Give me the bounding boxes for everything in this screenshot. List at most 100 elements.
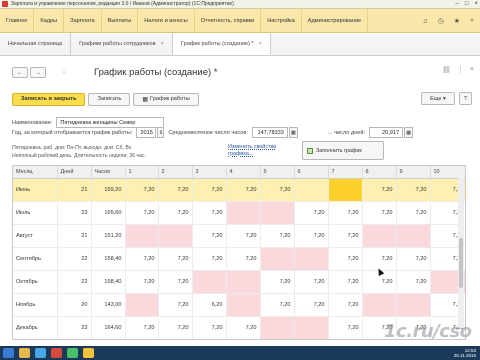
table-cell[interactable]: Декабрь: [13, 316, 58, 339]
table-cell[interactable]: 7,20: [158, 178, 193, 202]
minimize-icon[interactable]: –: [456, 1, 459, 7]
table-cell[interactable]: [396, 293, 431, 317]
tab-home[interactable]: Начальная страница: [0, 33, 72, 55]
favorite-star-icon[interactable]: ☆: [60, 66, 68, 77]
start-icon[interactable]: [3, 348, 14, 358]
table-cell[interactable]: Август: [13, 224, 58, 248]
table-cell[interactable]: 6,20: [192, 293, 227, 317]
table-cell[interactable]: 21: [57, 224, 92, 248]
table-cell[interactable]: 7,20: [226, 247, 261, 271]
table-cell[interactable]: 7,20: [260, 224, 295, 248]
fill-schedule-button[interactable]: Заполнить график: [302, 141, 384, 160]
avg-days-input[interactable]: 20,917: [369, 127, 404, 138]
table-cell[interactable]: 7,20: [294, 270, 329, 294]
menu-item-salary[interactable]: Зарплата: [64, 8, 102, 33]
table-cell[interactable]: 7,20: [328, 270, 363, 294]
save-and-close-button[interactable]: Записать и закрыть: [12, 92, 86, 106]
table-cell[interactable]: 7,20: [396, 201, 431, 225]
table-cell[interactable]: 7,20: [125, 270, 159, 294]
table-cell[interactable]: [260, 247, 295, 271]
table-cell[interactable]: Ноябрь: [13, 293, 58, 317]
scrollbar-thumb[interactable]: [459, 238, 463, 288]
table-cell[interactable]: 158,40: [91, 247, 126, 271]
table-cell[interactable]: [260, 201, 295, 225]
table-row[interactable]: Октябрь 22 158,40 7,20 7,20 7,20 7,20 7,20 7,20 7…: [13, 270, 465, 294]
table-cell[interactable]: 7,20: [260, 178, 295, 202]
menu-item-settings[interactable]: Настройка: [261, 8, 302, 33]
column-header[interactable]: 5: [260, 166, 295, 179]
close-tab-icon[interactable]: ×: [161, 41, 164, 47]
table-cell[interactable]: 20: [57, 293, 92, 317]
table-cell[interactable]: 158,40: [91, 270, 126, 294]
table-cell[interactable]: [226, 201, 261, 225]
table-cell[interactable]: [294, 247, 329, 271]
favorites-icon[interactable]: ★: [454, 17, 460, 25]
explorer-icon[interactable]: [19, 348, 30, 358]
search-icon[interactable]: ⌕: [470, 17, 474, 25]
table-cell[interactable]: 7,20: [396, 270, 431, 294]
table-cell[interactable]: 7,20: [158, 293, 193, 317]
table-cell[interactable]: 164,60: [91, 316, 126, 339]
table-cell[interactable]: [125, 224, 159, 248]
table-row[interactable]: Сентябрь 22 158,40 7,20 7,20 7,20 7,20 7,20 7,20…: [13, 247, 465, 271]
menu-item-admin[interactable]: Администрирование: [302, 8, 369, 33]
table-cell[interactable]: [192, 270, 227, 294]
table-cell[interactable]: 7,20: [396, 178, 431, 202]
table-cell[interactable]: 23: [57, 316, 92, 339]
table-cell[interactable]: [396, 224, 431, 248]
table-cell[interactable]: 7,20: [328, 316, 363, 339]
table-cell[interactable]: 7,20: [192, 178, 227, 202]
table-cell[interactable]: 7,20: [158, 316, 193, 339]
menu-item-hr[interactable]: Кадры: [34, 8, 65, 33]
back-button[interactable]: ←: [12, 67, 28, 78]
table-cell[interactable]: 7,20: [396, 247, 431, 271]
column-header[interactable]: 8: [362, 166, 397, 179]
calculator-icon[interactable]: ▦: [288, 127, 298, 138]
table-cell[interactable]: 7,20: [125, 201, 159, 225]
table-cell[interactable]: 7,20: [294, 201, 329, 225]
table-cell[interactable]: 22: [57, 270, 92, 294]
calculator-icon[interactable]: ▦: [404, 127, 414, 138]
column-header[interactable]: Месяц: [13, 166, 58, 179]
table-cell[interactable]: 7,20: [158, 201, 193, 225]
more-button[interactable]: Еще ▾: [421, 92, 455, 105]
table-cell[interactable]: 7,20: [192, 247, 227, 271]
table-cell[interactable]: 7,20: [260, 293, 295, 317]
table-cell[interactable]: [294, 316, 329, 339]
column-header[interactable]: 2: [158, 166, 193, 179]
table-cell[interactable]: [362, 224, 397, 248]
table-cell[interactable]: 7,20: [362, 201, 397, 225]
column-header[interactable]: Часов: [91, 166, 126, 179]
table-cell[interactable]: 7,20: [125, 316, 159, 339]
table-row[interactable]: Август21151,207,207,207,207,207,207,20: [13, 224, 465, 248]
1c-app-icon[interactable]: [83, 348, 94, 358]
table-cell[interactable]: [226, 270, 261, 294]
table-cell[interactable]: 7,20: [125, 247, 159, 271]
table-cell[interactable]: 7,20: [158, 270, 193, 294]
table-cell[interactable]: 7,20: [328, 293, 363, 317]
forward-button[interactable]: →: [30, 67, 46, 78]
edit-properties-link[interactable]: Изменить свойства графика...: [228, 144, 292, 158]
table-cell[interactable]: 159,20: [91, 178, 126, 202]
table-cell[interactable]: 7,20: [226, 316, 261, 339]
table-cell[interactable]: 7,20: [328, 224, 363, 248]
table-cell[interactable]: 7,20: [125, 178, 159, 202]
app-icon[interactable]: [67, 348, 78, 358]
table-cell[interactable]: 151,20: [91, 224, 126, 248]
table-cell[interactable]: [158, 224, 193, 248]
column-header[interactable]: Дней: [57, 166, 92, 179]
table-cell[interactable]: 7,20: [362, 247, 397, 271]
table-cell[interactable]: 7,20: [226, 178, 261, 202]
menu-item-reports[interactable]: Отчетность, справки: [195, 8, 262, 33]
table-cell[interactable]: 7,20: [294, 293, 329, 317]
table-cell[interactable]: [328, 178, 363, 202]
table-cell[interactable]: 7,20: [192, 224, 227, 248]
link-icon[interactable]: ⛓: [442, 66, 451, 74]
table-cell[interactable]: [362, 293, 397, 317]
table-cell[interactable]: [125, 293, 159, 317]
column-header[interactable]: 4: [226, 166, 261, 179]
year-input[interactable]: 2015: [136, 127, 157, 138]
table-cell[interactable]: 22: [57, 247, 92, 271]
close-form-icon[interactable]: ×: [470, 66, 474, 74]
column-header[interactable]: 1: [125, 166, 159, 179]
